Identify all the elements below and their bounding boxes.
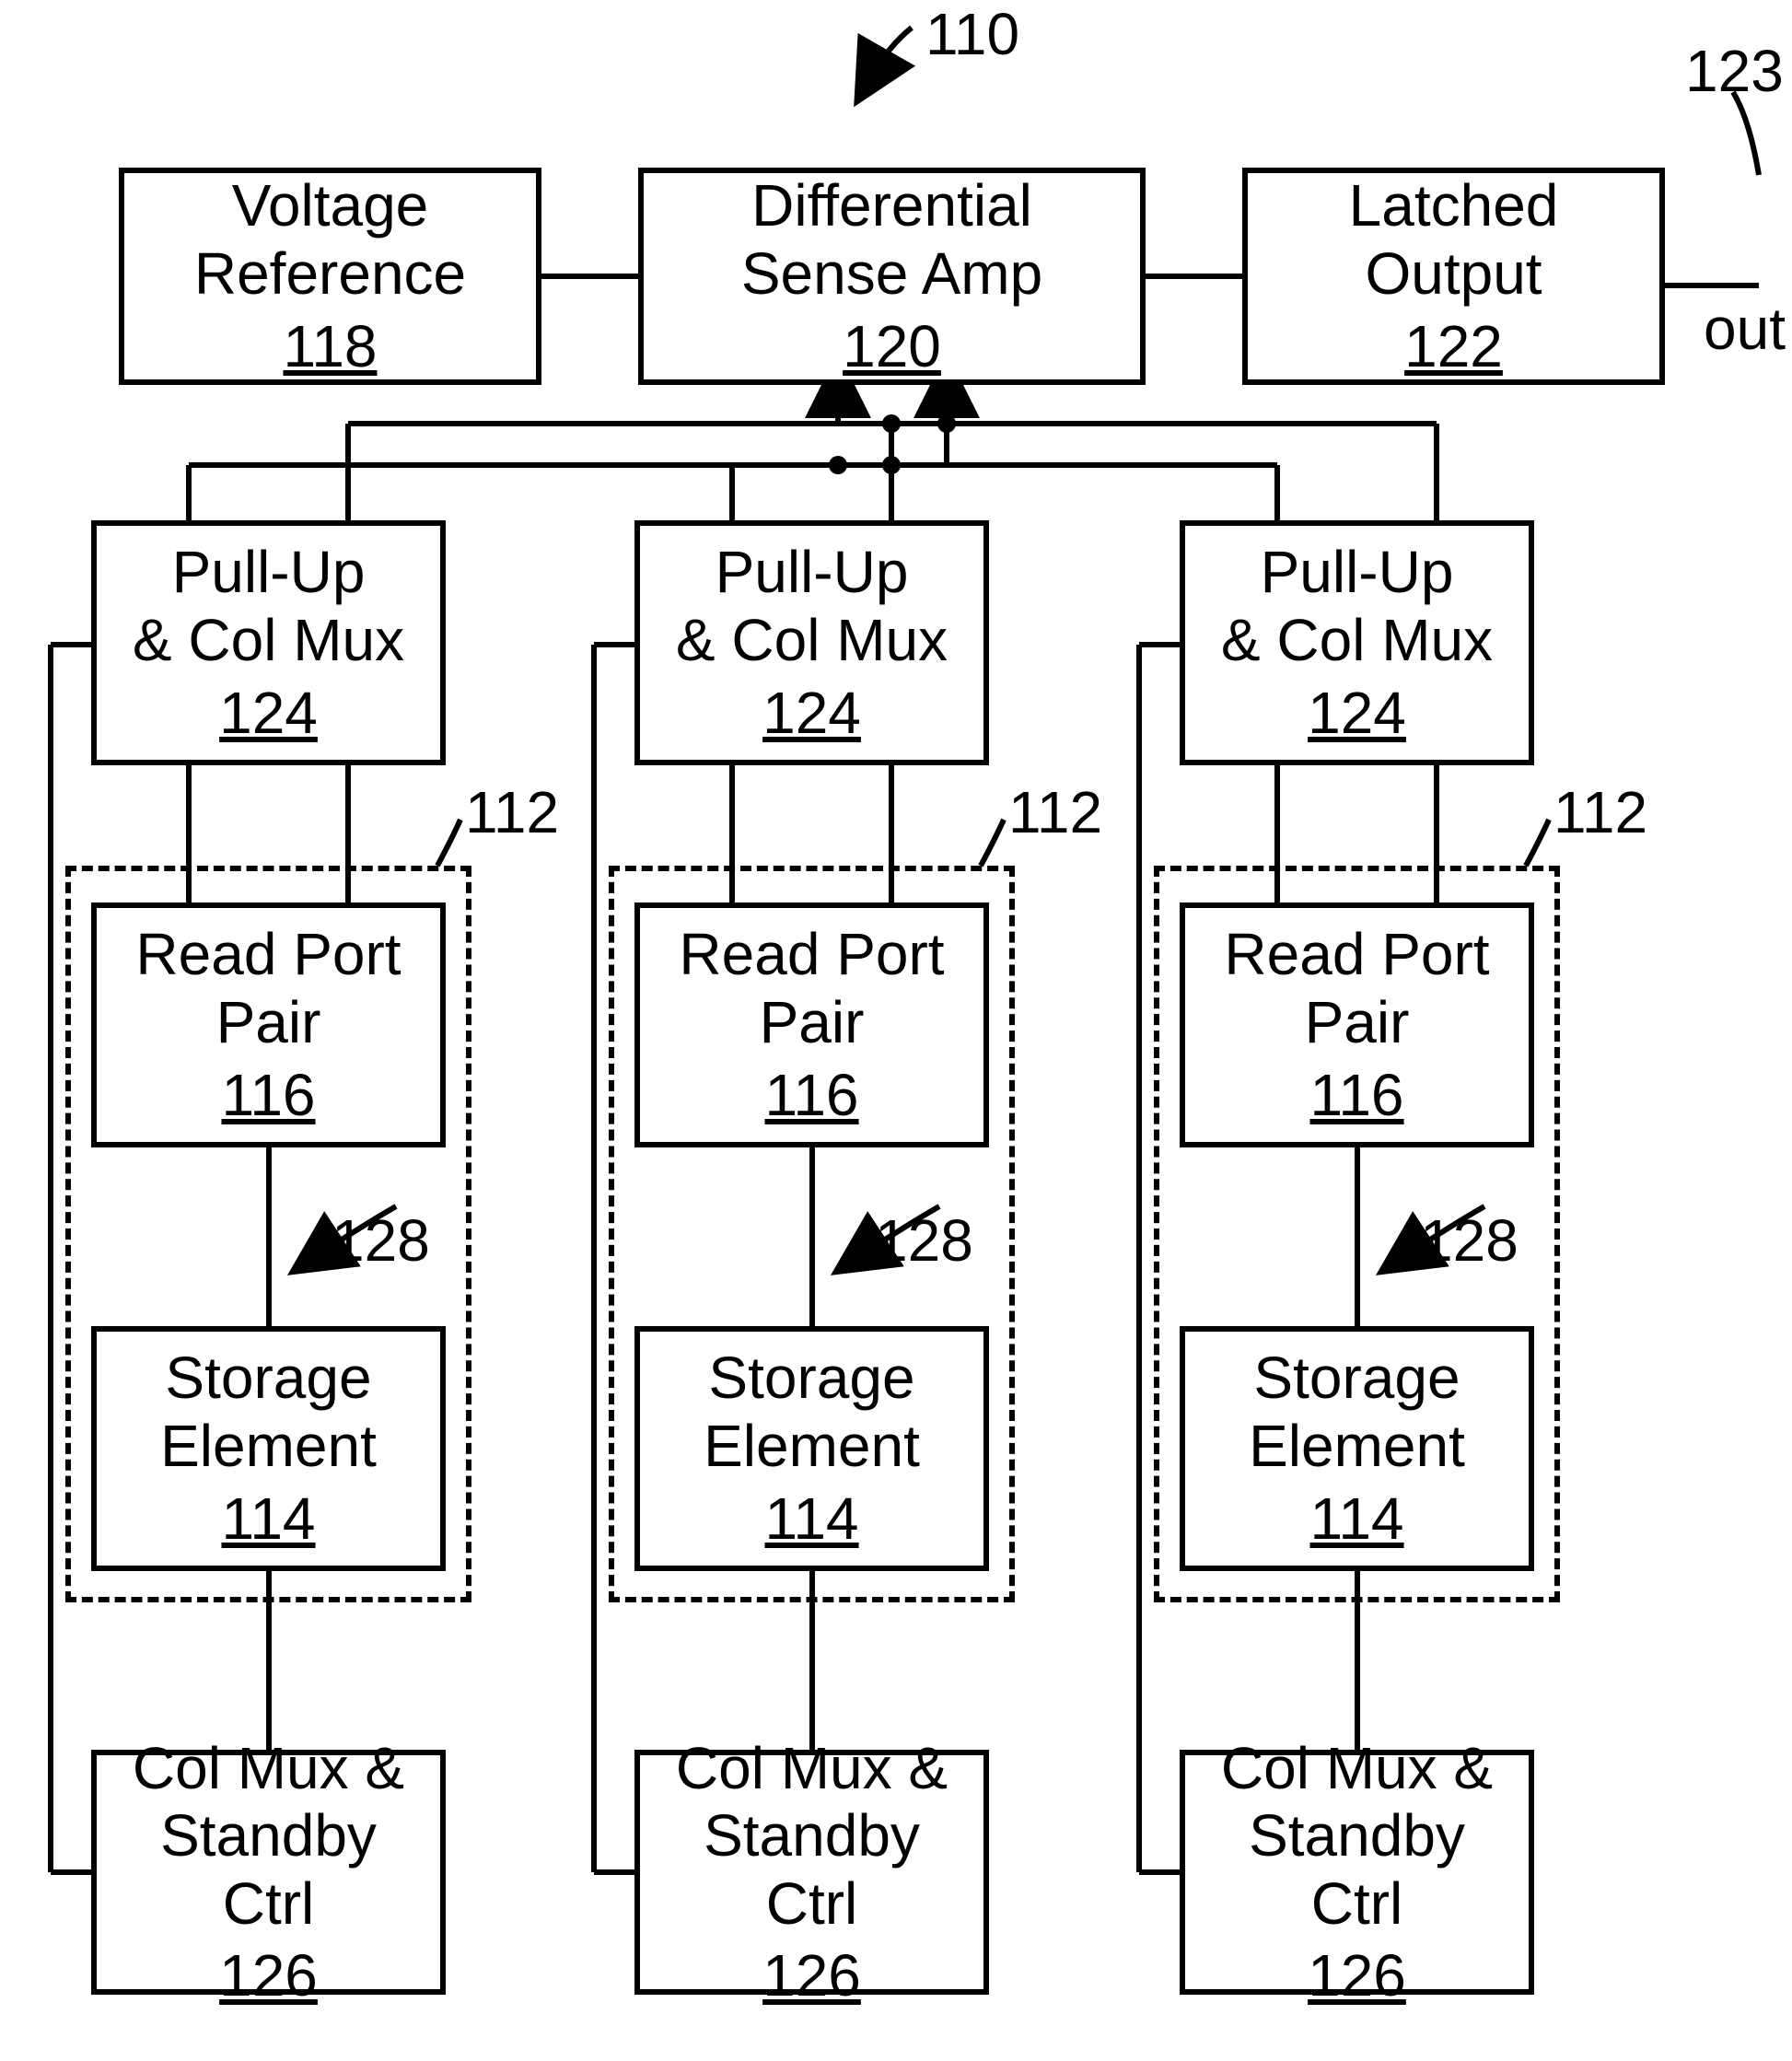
block-number: 116	[1309, 1061, 1403, 1129]
block-pullup-col1: Pull-Up& Col Mux 124	[91, 520, 446, 765]
block-voltage-reference: VoltageReference 118	[119, 168, 541, 385]
block-storage-col2: Storage Element 114	[634, 1326, 989, 1571]
block-sense-amp: DifferentialSense Amp 120	[638, 168, 1146, 385]
block-number: 124	[1308, 679, 1406, 747]
block-readport-col2: Read PortPair 116	[634, 902, 989, 1147]
block-number: 116	[764, 1061, 858, 1129]
block-title: VoltageReference	[194, 172, 466, 308]
block-title: Col Mux &Standby Ctrl	[113, 1735, 424, 1939]
block-title: Pull-Up& Col Mux	[133, 539, 404, 674]
block-pullup-col2: Pull-Up& Col Mux 124	[634, 520, 989, 765]
block-colstandby-col1: Col Mux &Standby Ctrl 126	[91, 1750, 446, 1995]
block-number: 114	[1309, 1485, 1403, 1553]
ref-cell-group-1: 112	[465, 778, 559, 846]
block-number: 114	[764, 1485, 858, 1553]
block-title: Col Mux &Standby Ctrl	[657, 1735, 967, 1939]
ref-diagram: 110	[925, 0, 1019, 68]
block-number: 122	[1404, 312, 1503, 380]
ref-output-line: 123	[1685, 37, 1784, 105]
block-latched-output: LatchedOutput 122	[1242, 168, 1665, 385]
block-number: 124	[219, 679, 318, 747]
block-number: 126	[219, 1941, 318, 2009]
block-number: 118	[283, 312, 377, 380]
block-number: 114	[221, 1485, 315, 1553]
block-number: 126	[762, 1941, 861, 2009]
ref-inner-arrow-1: 128	[332, 1206, 430, 1275]
block-title: LatchedOutput	[1349, 172, 1559, 308]
block-readport-col1: Read PortPair 116	[91, 902, 446, 1147]
diagram-root: VoltageReference 118 DifferentialSense A…	[0, 0, 1792, 2061]
block-title: DifferentialSense Amp	[741, 172, 1042, 308]
block-title: Read PortPair	[135, 921, 401, 1056]
block-title: Read PortPair	[679, 921, 944, 1056]
block-colstandby-col2: Col Mux &Standby Ctrl 126	[634, 1750, 989, 1995]
block-number: 126	[1308, 1941, 1406, 2009]
block-number: 120	[843, 312, 941, 380]
block-number: 116	[221, 1061, 315, 1129]
block-number: 124	[762, 679, 861, 747]
block-title: Col Mux &Standby Ctrl	[1202, 1735, 1512, 1939]
block-storage-col3: Storage Element 114	[1180, 1326, 1534, 1571]
block-title: Storage Element	[1202, 1345, 1512, 1480]
ref-cell-group-3: 112	[1553, 778, 1647, 846]
block-readport-col3: Read PortPair 116	[1180, 902, 1534, 1147]
block-storage-col1: Storage Element 114	[91, 1326, 446, 1571]
block-title: Pull-Up& Col Mux	[676, 539, 948, 674]
block-title: Storage Element	[657, 1345, 967, 1480]
ref-cell-group-2: 112	[1008, 778, 1102, 846]
ref-inner-arrow-3: 128	[1420, 1206, 1519, 1275]
output-text: out	[1704, 295, 1786, 363]
ref-inner-arrow-2: 128	[875, 1206, 973, 1275]
block-pullup-col3: Pull-Up& Col Mux 124	[1180, 520, 1534, 765]
block-title: Read PortPair	[1224, 921, 1489, 1056]
block-colstandby-col3: Col Mux &Standby Ctrl 126	[1180, 1750, 1534, 1995]
block-title: Storage Element	[113, 1345, 424, 1480]
block-title: Pull-Up& Col Mux	[1221, 539, 1493, 674]
